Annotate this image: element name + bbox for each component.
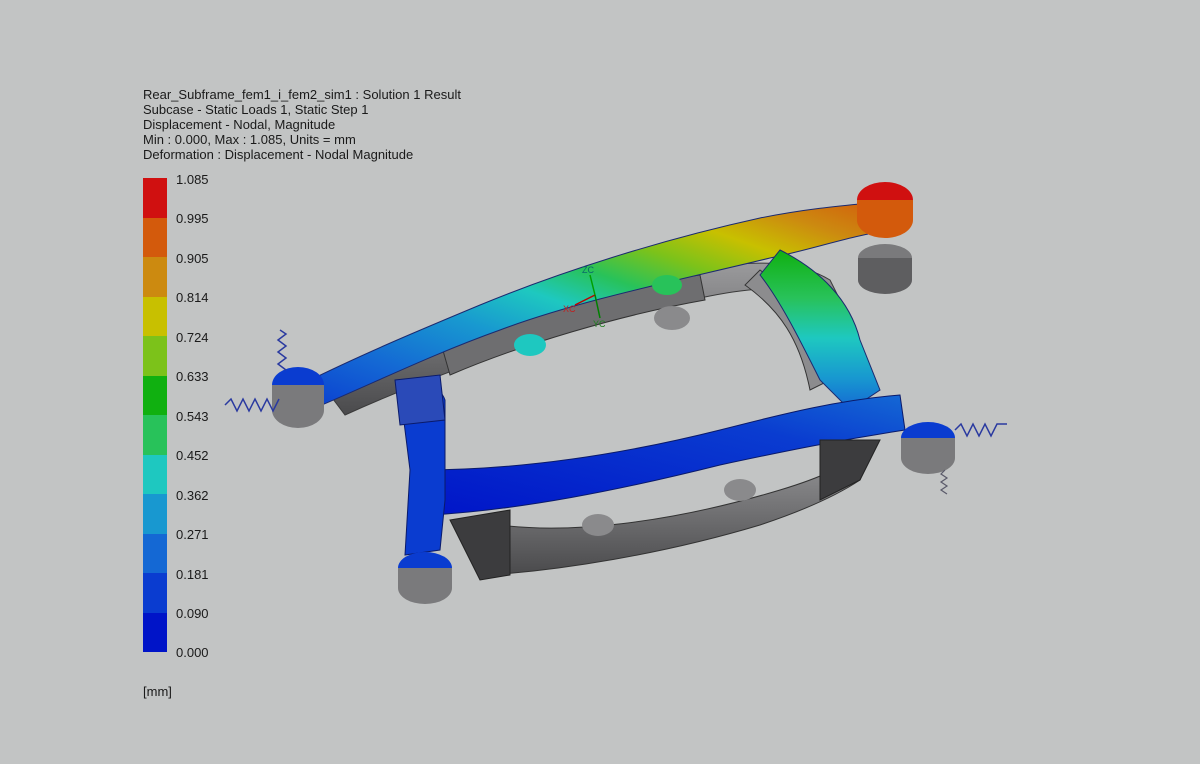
spring-left <box>224 397 280 413</box>
bushing-top-right-low-side <box>858 258 912 294</box>
bushing-top-right-side <box>857 200 913 238</box>
spring-left-vertical <box>276 329 288 371</box>
bushing-right-side <box>901 438 955 474</box>
bushing-bottom-left-side <box>398 568 452 604</box>
spring-right-vertical <box>939 469 949 495</box>
triad-zc-label: ZC <box>582 265 594 275</box>
mount-green <box>652 275 682 295</box>
spring-right <box>954 422 1007 438</box>
mount-grey-2 <box>724 479 756 501</box>
subframe-model[interactable]: ZC XC YC <box>0 0 1200 764</box>
triad-xc-label: XC <box>563 304 576 314</box>
left-bracket <box>394 374 446 426</box>
mount-grey-1 <box>654 306 690 330</box>
triad-yc-label: YC <box>593 319 606 329</box>
mount-grey-3 <box>582 514 614 536</box>
mount-cyan <box>514 334 546 356</box>
right-bracket <box>819 439 881 501</box>
graphics-viewport[interactable]: Rear_Subframe_fem1_i_fem2_sim1 : Solutio… <box>0 0 1200 764</box>
left-gusset <box>449 509 511 581</box>
bushing-top-left-side <box>272 385 324 428</box>
